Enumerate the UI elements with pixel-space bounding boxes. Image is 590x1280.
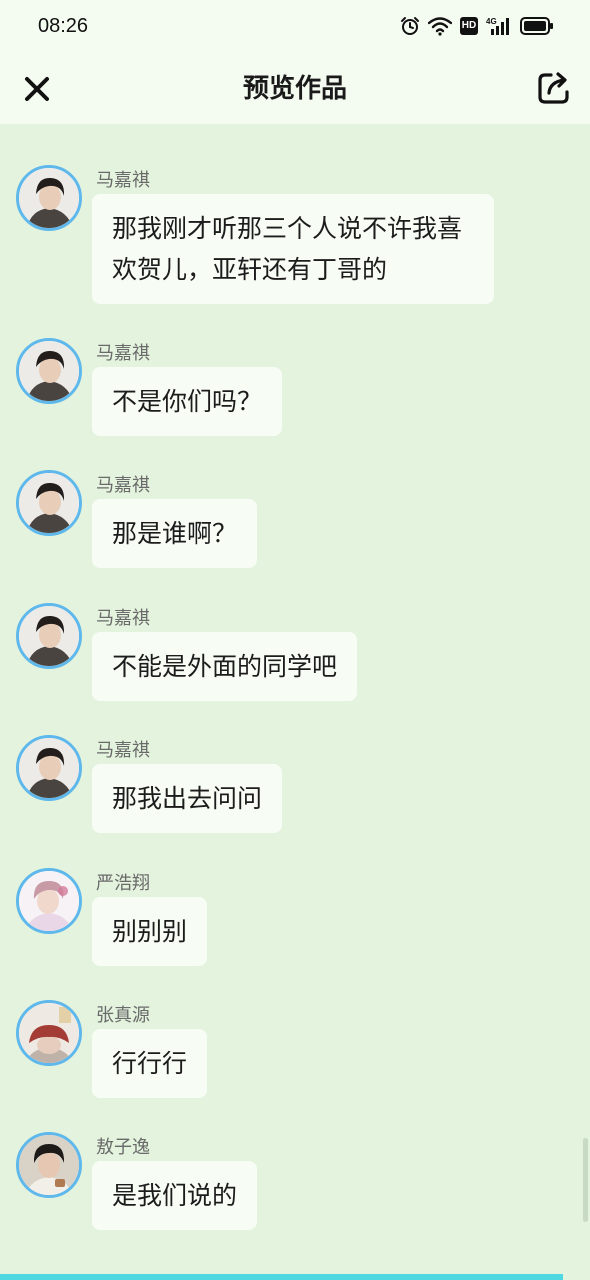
message-bubble[interactable]: 那是谁啊？	[92, 499, 258, 568]
avatar-majiaqi[interactable]	[16, 735, 82, 801]
avatar-majiaqi[interactable]	[16, 165, 82, 231]
person-photo-icon	[19, 738, 79, 798]
message-bubble[interactable]: 是我们说的	[92, 1161, 258, 1230]
status-time: 08:26	[38, 15, 89, 37]
share-button[interactable]	[536, 70, 572, 106]
person-photo-icon	[19, 168, 79, 228]
sender-name: 严浩翔	[96, 873, 150, 894]
status-icons: HD 4G	[400, 14, 554, 38]
sender-name: 马嘉祺	[96, 608, 150, 629]
page-title: 预览作品	[242, 74, 347, 104]
signal-4g-icon: 4G	[486, 17, 509, 35]
wifi-icon	[428, 17, 452, 36]
avatar-aoziyi[interactable]	[16, 1132, 82, 1198]
sender-name: 马嘉祺	[96, 475, 150, 496]
person-photo-icon	[19, 1135, 79, 1195]
bottom-accent-bar	[0, 1274, 563, 1280]
message-bubble[interactable]: 那我出去问问	[92, 764, 283, 833]
chat-list[interactable]: 马嘉祺 那我刚才听那三个人说不许我喜欢贺儿，亚轩还有丁哥的 马嘉祺 不是你们吗？…	[0, 124, 590, 1274]
message-bubble[interactable]: 别别别	[92, 897, 208, 966]
person-photo-icon	[19, 606, 79, 666]
sender-name: 张真源	[96, 1005, 150, 1026]
message-bubble[interactable]: 不是你们吗？	[92, 367, 283, 436]
person-photo-icon	[19, 473, 79, 533]
scrollbar-thumb[interactable]	[583, 1138, 588, 1222]
sender-name: 马嘉祺	[96, 170, 150, 191]
avatar-zhangzhenyuan[interactable]	[16, 1000, 82, 1066]
sender-name: 敖子逸	[96, 1137, 150, 1158]
message-bubble[interactable]: 行行行	[92, 1029, 208, 1098]
avatar-majiaqi[interactable]	[16, 338, 82, 404]
avatar-majiaqi[interactable]	[16, 603, 82, 669]
share-export-icon	[538, 72, 569, 104]
top-bar: 08:26 HD 4G 预览作品	[0, 0, 590, 124]
hd-icon: HD	[460, 17, 478, 35]
person-photo-icon	[19, 341, 79, 401]
message-bubble[interactable]: 不能是外面的同学吧	[92, 632, 358, 701]
avatar-yanhaoxiang[interactable]	[16, 868, 82, 934]
network-type-label: 4G	[486, 17, 497, 26]
sender-name: 马嘉祺	[96, 740, 150, 761]
message-bubble[interactable]: 那我刚才听那三个人说不许我喜欢贺儿，亚轩还有丁哥的	[92, 194, 494, 304]
person-photo-icon	[19, 871, 79, 931]
person-photo-icon	[19, 1003, 79, 1063]
alarm-icon	[401, 17, 419, 35]
avatar-majiaqi[interactable]	[16, 470, 82, 536]
sender-name: 马嘉祺	[96, 343, 150, 364]
battery-icon	[520, 17, 553, 35]
